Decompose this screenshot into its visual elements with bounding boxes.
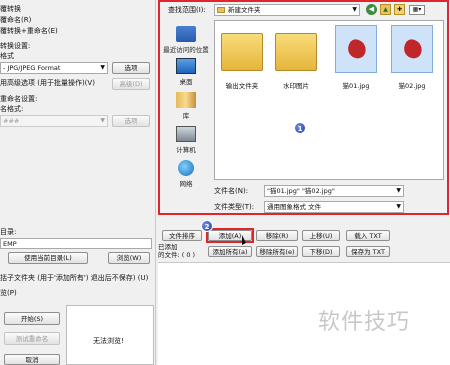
include-subfolders-label: 括子文件夹 (用于'添加所有') 退出后不保存) (U) [0,274,149,282]
chevron-down-icon: ▼ [100,64,105,71]
watermark-text: 软件技巧 [318,310,411,335]
start-button[interactable]: 开始(S) [4,312,60,325]
mouse-cursor-icon [242,235,246,245]
advanced-options-checkbox-label: 用高级选项 (用于批量操作)(V) [0,79,95,87]
format-label: 格式 [0,52,14,60]
advanced-options-checkbox[interactable]: 用高级选项 (用于批量操作)(V) [0,80,95,87]
remove-all-button[interactable]: 移除所有(e) [256,246,298,257]
chevron-down-icon: ▼ [100,117,105,124]
rename-only-option[interactable]: 覆命名(R) [0,17,31,24]
added-label: 已添加 [158,243,178,251]
preview-checkbox[interactable]: 览(P) [0,290,17,297]
name-format-input[interactable]: ### ▼ [0,115,108,127]
add-button-highlight [206,228,254,243]
format-value: - JPG/JPEG Format [3,64,61,72]
move-up-button[interactable]: 上移(U) [302,230,340,241]
preview-label: 览(P) [0,289,17,297]
convert-only-option[interactable]: 覆转换 [0,6,21,13]
load-txt-button[interactable]: 载入 TXT [346,230,390,241]
remove-button[interactable]: 移除(R) [256,230,298,241]
format-options-button[interactable]: 选项 [112,62,150,74]
move-down-button[interactable]: 下移(D) [302,246,340,257]
rename-settings-label: 重命名设置: [0,95,38,103]
cancel-button[interactable]: 取消 [4,354,60,365]
include-subfolders-checkbox[interactable]: 括子文件夹 (用于'添加所有') 退出后不保存) (U) [0,275,148,282]
preview-placeholder: 无法浏览! [93,337,124,345]
convert-rename-option[interactable]: 覆转换+重命名(E) [0,28,58,35]
step-badge-2: 2 [201,220,213,232]
test-rename-button[interactable]: 测试重命名 [4,332,60,345]
name-format-value: ### [3,117,20,125]
step-badge-1: 1 [294,122,306,134]
browse-button[interactable]: 浏览(W) [108,252,150,264]
name-format-label: 名格式: [0,105,24,113]
dialog-highlight-box [158,0,449,215]
sort-files-button[interactable]: 文件排序 [162,230,202,241]
output-dir-input[interactable]: EMP [0,238,152,249]
format-select[interactable]: - JPG/JPEG Format ▼ [0,62,108,74]
advanced-button[interactable]: 高级(D) [112,78,150,90]
files-count: 的文件: ( 0 ) [158,251,196,259]
output-dir-label: 目录: [0,228,17,236]
use-current-dir-button[interactable]: 使用当前目录(L) [8,252,88,264]
rename-options-button[interactable]: 选项 [112,115,150,127]
left-panel: 覆转换 覆命名(R) 覆转换+重命名(E) 转换设置: 格式 - JPG/JPE… [0,0,156,365]
add-all-button[interactable]: 添加所有(a) [208,246,252,257]
preview-pane: 无法浏览! [66,305,154,365]
file-list-panel: 文件排序 添加(A) 2 添加所有(a) 移除(R) 移除所有(e) 上移(U)… [156,220,450,365]
convert-settings-label: 转换设置: [0,42,31,50]
save-txt-button[interactable]: 保存为 TXT [346,246,390,257]
